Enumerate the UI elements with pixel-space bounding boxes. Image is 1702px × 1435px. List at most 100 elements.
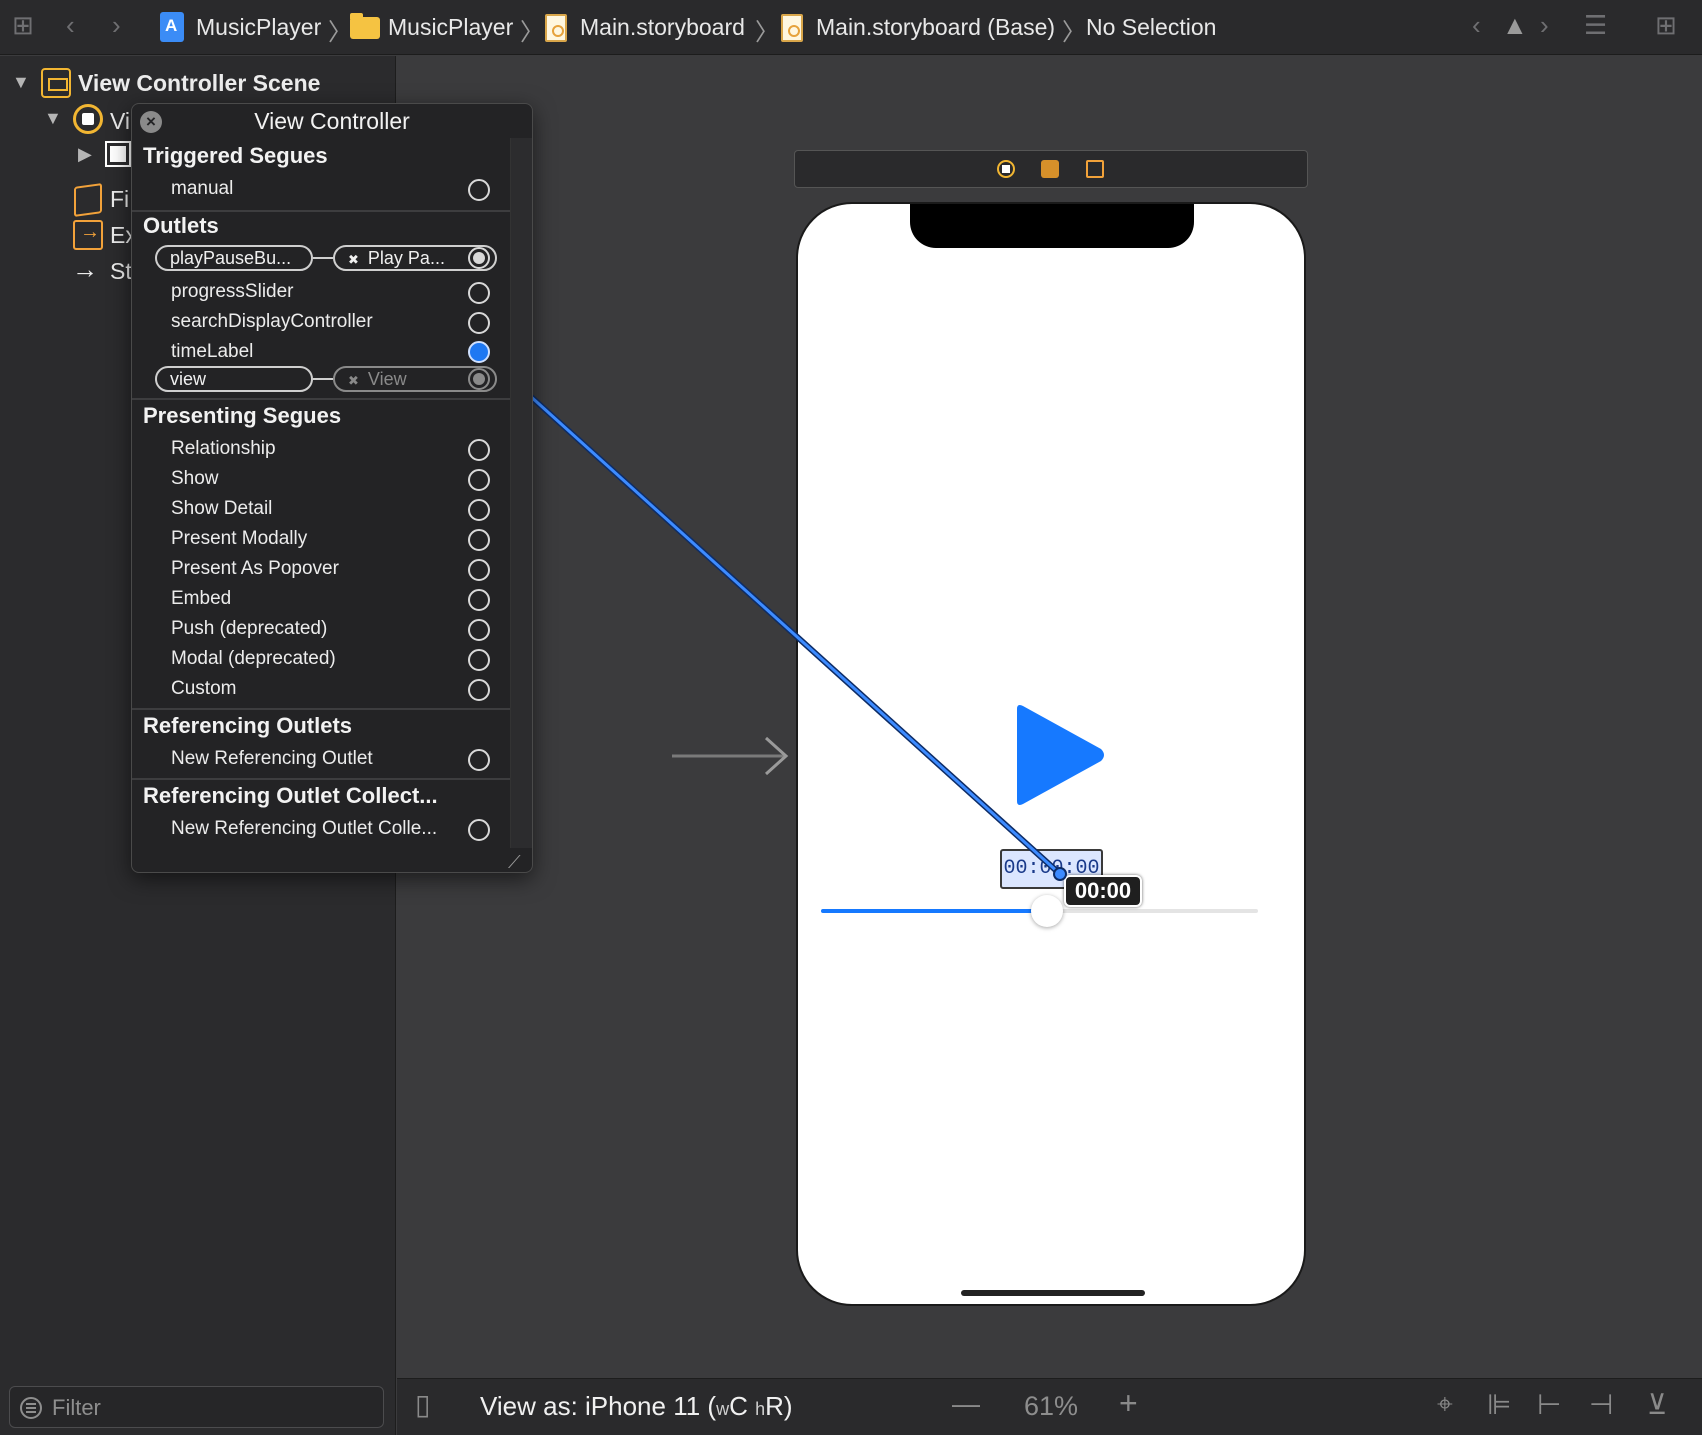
warning-icon[interactable]: ▲ (1502, 10, 1528, 41)
play-pause-button[interactable] (1011, 701, 1107, 809)
iphone-canvas[interactable]: 00:00:00 00:00 (796, 202, 1306, 1306)
initial-view-controller-arrow-icon[interactable] (672, 734, 790, 778)
popover-title: View Controller (254, 108, 410, 134)
zoom-out-icon[interactable]: — (952, 1388, 980, 1420)
storyboard-entry-arrow-icon: → (72, 254, 98, 284)
add-constraints-icon[interactable]: ⊢ (1537, 1388, 1561, 1421)
view-as-label: View as: iPhone 11 ( (480, 1391, 717, 1421)
progress-slider-minimum-track[interactable] (821, 909, 1046, 913)
breadcrumb-project[interactable]: MusicPlayer (196, 14, 321, 41)
view-as-device-button[interactable]: View as: iPhone 11 (wC hR) (480, 1391, 793, 1422)
size-class-r: R) (765, 1391, 793, 1421)
document-outline-icon[interactable]: ☰ (1584, 10, 1607, 41)
segue-show-detail-label: Show Detail (171, 498, 273, 519)
back-arrow-icon[interactable]: ‹ (66, 10, 75, 41)
breadcrumb-storyboard[interactable]: Main.storyboard (580, 14, 745, 41)
popover-scrollbar[interactable] (510, 138, 532, 848)
outlet-link-line (313, 378, 333, 380)
segue-embed-connector[interactable] (468, 589, 490, 611)
embed-in-icon[interactable]: ⊻ (1647, 1388, 1668, 1421)
first-responder-icon[interactable] (1041, 160, 1059, 178)
section-presenting-segues: Presenting Segues (143, 403, 342, 428)
new-referencing-collection-connector[interactable] (468, 819, 490, 841)
view-icon (105, 141, 131, 167)
storyboard-base-file-icon (781, 14, 803, 42)
forward-arrow-icon[interactable]: › (112, 10, 121, 41)
section-divider (132, 778, 510, 780)
segue-present-modally-connector[interactable] (468, 529, 490, 551)
outlet-time-label-connector[interactable] (468, 341, 490, 363)
disconnect-icon[interactable]: ✖ (348, 373, 359, 388)
new-referencing-outlet-connector[interactable] (468, 749, 490, 771)
outline-item-storyboard-entry[interactable]: St (110, 258, 132, 285)
exit-icon (73, 220, 103, 250)
disclosure-triangle-closed-icon[interactable]: ▶ (78, 144, 92, 165)
size-class-w: w (716, 1399, 730, 1419)
outlet-play-pause-label: playPauseBu... (170, 248, 292, 268)
filter-field[interactable]: Filter (9, 1386, 384, 1428)
resolve-layout-icon[interactable]: ⊣ (1589, 1388, 1613, 1421)
outline-scene-title[interactable]: View Controller Scene (78, 70, 320, 97)
scene-dock (794, 150, 1308, 188)
segue-push-connector[interactable] (468, 619, 490, 641)
breadcrumb-separator: 〉 (328, 19, 352, 46)
outlet-view-pill[interactable]: view (155, 366, 313, 392)
update-frames-icon[interactable]: ⌖ (1437, 1388, 1453, 1421)
breadcrumb-storyboard-base[interactable]: Main.storyboard (Base) (816, 14, 1055, 41)
new-referencing-collection-label: New Referencing Outlet Colle... (171, 818, 438, 839)
storyboard-file-icon (545, 14, 567, 42)
section-referencing-collections: Referencing Outlet Collect... (143, 783, 438, 808)
breadcrumb-separator: 〉 (520, 19, 544, 46)
progress-slider-thumb[interactable] (1031, 895, 1063, 927)
filter-placeholder: Filter (52, 1395, 101, 1420)
outlet-view-connector[interactable] (468, 368, 490, 390)
outlet-search-display-label: searchDisplayController (171, 311, 373, 332)
progress-slider-maximum-track[interactable] (1046, 909, 1258, 913)
toggle-outline-icon[interactable]: ▯ (415, 1388, 430, 1421)
resize-grip-icon[interactable]: ⟋ (508, 852, 530, 872)
next-issue-icon[interactable]: › (1540, 10, 1549, 41)
outlet-progress-slider-connector[interactable] (468, 282, 490, 304)
disconnect-icon[interactable]: ✖ (348, 252, 359, 267)
scene-icon (41, 68, 71, 98)
size-class-c: C (729, 1391, 748, 1421)
jump-bar: ⊞ ‹ › MusicPlayer 〉 MusicPlayer 〉 Main.s… (0, 0, 1702, 55)
outline-item-view-controller[interactable]: Vi (110, 108, 130, 135)
add-editor-icon[interactable]: ⊞ (1655, 10, 1677, 41)
disclosure-triangle-open-icon[interactable]: ▼ (44, 108, 62, 129)
outlet-play-pause-pill[interactable]: playPauseBu... (155, 245, 313, 271)
segue-present-modally-label: Present Modally (171, 528, 308, 549)
segue-custom-connector[interactable] (468, 679, 490, 701)
outlet-play-pause-connector[interactable] (468, 247, 490, 269)
segue-manual-connector[interactable] (468, 179, 490, 201)
view-controller-icon[interactable] (997, 160, 1015, 178)
section-divider (132, 398, 510, 400)
outlet-link-line (313, 257, 333, 259)
breadcrumb-folder[interactable]: MusicPlayer (388, 14, 513, 41)
segue-show-connector[interactable] (468, 469, 490, 491)
align-icon[interactable]: ⊫ (1487, 1388, 1511, 1421)
outline-item-first-responder[interactable]: Fi (110, 186, 129, 213)
related-items-icon[interactable]: ⊞ (12, 10, 34, 41)
breadcrumb-separator: 〉 (1062, 19, 1086, 46)
segue-popover-connector[interactable] (468, 559, 490, 581)
disclosure-triangle-open-icon[interactable]: ▼ (12, 72, 30, 93)
zoom-in-icon[interactable]: + (1119, 1385, 1138, 1422)
outlet-progress-slider-label: progressSlider (171, 281, 294, 302)
close-icon[interactable]: × (140, 111, 162, 133)
breadcrumb-selection[interactable]: No Selection (1086, 14, 1216, 41)
segue-modal-connector[interactable] (468, 649, 490, 671)
outlet-search-display-connector[interactable] (468, 312, 490, 334)
xcode-project-icon (160, 12, 184, 42)
segue-manual-label: manual (171, 178, 234, 199)
exit-icon[interactable] (1086, 160, 1104, 178)
view-controller-icon (73, 104, 103, 134)
outlet-time-label-label: timeLabel (171, 341, 254, 362)
outlet-view-target: View (367, 369, 407, 389)
outlet-play-pause-target: Play Pa... (367, 248, 445, 268)
first-responder-icon (74, 183, 102, 217)
segue-show-detail-connector[interactable] (468, 499, 490, 521)
segue-relationship-connector[interactable] (468, 439, 490, 461)
previous-issue-icon[interactable]: ‹ (1472, 10, 1481, 41)
outlet-view-label: view (170, 369, 207, 389)
